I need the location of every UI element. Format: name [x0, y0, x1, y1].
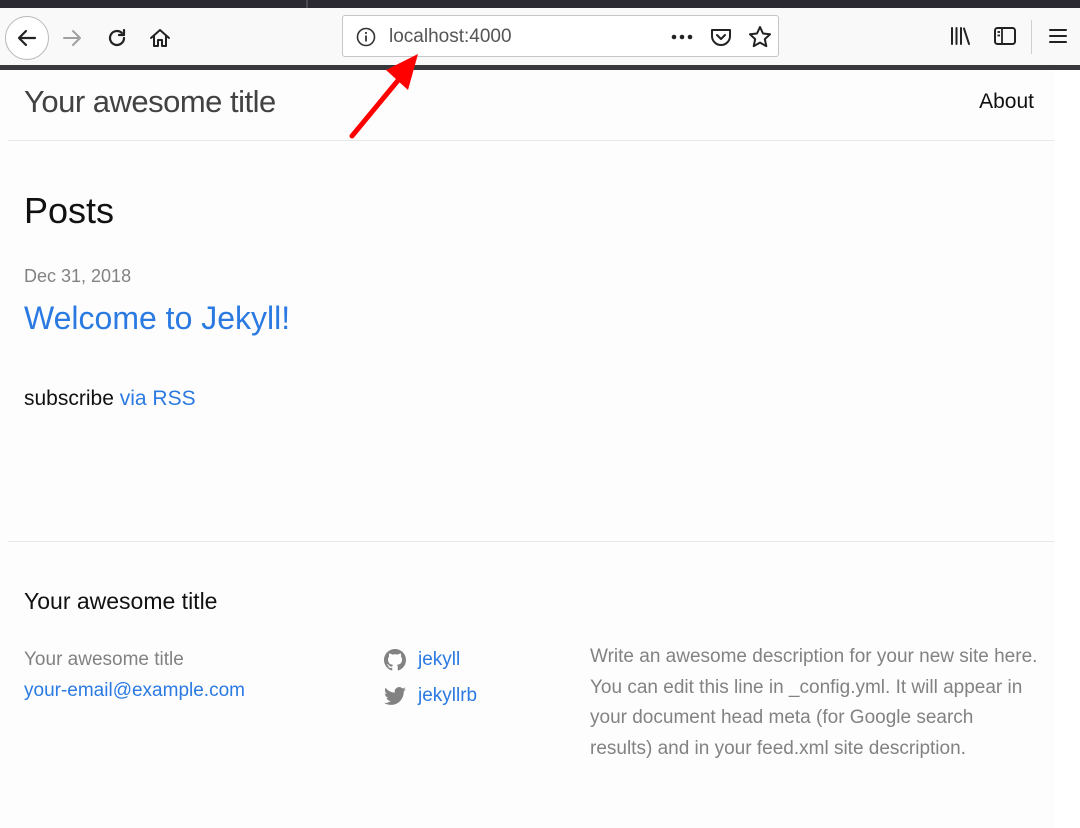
back-button[interactable] — [5, 16, 49, 60]
library-icon[interactable] — [948, 23, 974, 49]
forward-button[interactable] — [52, 18, 92, 58]
header-divider — [8, 140, 1054, 141]
nav-about-link[interactable]: About — [979, 90, 1034, 114]
posts-heading: Posts — [24, 190, 115, 231]
page-actions-icon[interactable] — [669, 26, 695, 48]
tab-edge — [306, 0, 308, 8]
home-button[interactable] — [140, 18, 180, 58]
footer-divider — [8, 541, 1054, 542]
home-icon — [150, 29, 170, 47]
post-title-link[interactable]: Welcome to Jekyll! — [24, 300, 290, 337]
pocket-icon[interactable] — [709, 25, 733, 49]
back-arrow-icon — [17, 29, 37, 47]
page-content: Your awesome title About Posts Dec 31, 2… — [8, 70, 1054, 828]
browser-toolbar: localhost:4000 — [0, 8, 1080, 65]
post-date: Dec 31, 2018 — [24, 266, 132, 286]
right-gutter — [1054, 70, 1080, 828]
bookmark-star-icon[interactable] — [747, 24, 773, 50]
footer-email-link[interactable]: your-email@example.com — [24, 675, 245, 706]
site-title-link[interactable]: Your awesome title — [24, 84, 276, 120]
github-icon — [384, 649, 406, 671]
reload-icon — [108, 28, 126, 47]
annotation-arrow-icon — [349, 54, 418, 139]
left-gutter — [0, 70, 8, 828]
subscribe-label: subscribe — [24, 387, 120, 410]
footer-site-name: Your awesome title — [24, 649, 184, 670]
browser-tabstrip — [0, 0, 1080, 8]
github-username[interactable]: jekyll — [418, 642, 460, 678]
footer-social: jekyll jekyllrb — [384, 642, 477, 714]
footer-description: Write an awesome description for your ne… — [590, 646, 1038, 759]
twitter-username[interactable]: jekyllrb — [418, 678, 477, 714]
forward-arrow-icon — [63, 30, 81, 46]
subscribe-line: subscribe via RSS — [24, 387, 196, 411]
footer-heading: Your awesome title — [24, 588, 218, 614]
rss-link[interactable]: via RSS — [120, 387, 196, 410]
url-text[interactable]: localhost:4000 — [389, 26, 512, 48]
sidebar-icon[interactable] — [992, 23, 1018, 49]
footer-contact: Your awesome title your-email@example.co… — [24, 644, 245, 706]
reload-button[interactable] — [97, 18, 137, 58]
twitter-link[interactable]: jekyllrb — [384, 678, 477, 714]
menu-icon[interactable] — [1045, 23, 1071, 49]
github-link[interactable]: jekyll — [384, 642, 477, 678]
info-icon[interactable] — [355, 26, 377, 48]
toolbar-separator — [1031, 20, 1032, 54]
twitter-icon — [384, 687, 406, 705]
